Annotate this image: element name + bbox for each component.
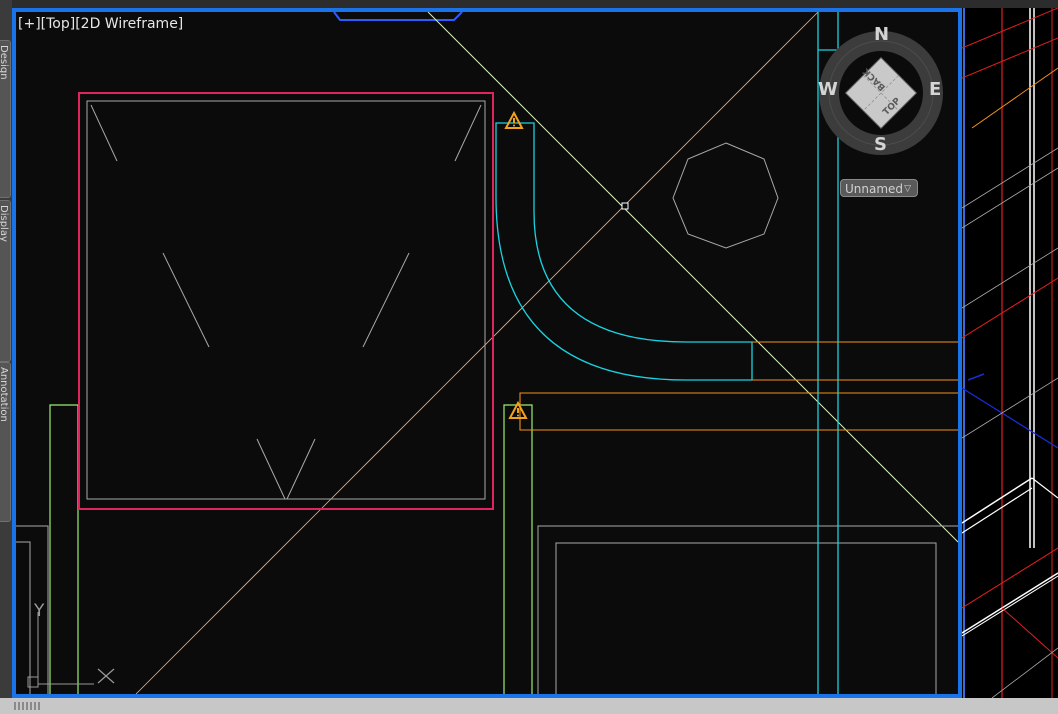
palette-tab-design[interactable]: Design <box>0 40 11 198</box>
cyan-elbow-duct[interactable] <box>495 122 753 381</box>
partial-blue-shape[interactable] <box>333 12 463 21</box>
ucs-icon[interactable] <box>27 612 115 688</box>
inner-rectangle[interactable] <box>86 100 486 500</box>
selected-rectangle[interactable] <box>78 92 494 510</box>
orange-duct[interactable] <box>752 341 958 381</box>
viewcube-top-face <box>844 56 918 130</box>
palette-tab-label: Annotation <box>0 367 9 422</box>
tool-palette-strip: Design Display Annotation <box>0 0 12 714</box>
grip-icon[interactable] <box>14 702 40 710</box>
compass-north[interactable]: N <box>874 24 889 45</box>
intersection-grip[interactable] <box>621 202 629 210</box>
top-strip <box>0 0 1058 8</box>
tick-line[interactable] <box>162 252 210 348</box>
compass-south[interactable]: S <box>874 134 887 155</box>
octagon-shape[interactable] <box>672 142 779 249</box>
warning-icon[interactable] <box>504 110 524 129</box>
ucs-y-label: Y <box>33 601 45 621</box>
palette-tab-display[interactable]: Display <box>0 200 11 362</box>
ucs-menu[interactable]: Unnamed ▽ <box>840 179 918 197</box>
status-bar-edge <box>0 698 1058 714</box>
chevron-down-icon: ▽ <box>904 184 911 194</box>
gray-outline[interactable] <box>537 525 958 694</box>
compass-west[interactable]: W <box>818 79 838 100</box>
palette-tab-label: Display <box>0 205 9 242</box>
adjacent-3d-viewport[interactable] <box>962 8 1058 698</box>
tick-line[interactable] <box>362 252 410 348</box>
viewcube[interactable]: BACK TOP N S E W <box>818 24 946 156</box>
green-wall[interactable] <box>503 404 533 694</box>
orange-duct[interactable] <box>519 392 958 431</box>
tick-line[interactable] <box>454 104 482 162</box>
tick-line[interactable] <box>256 438 286 500</box>
adjacent-viewport-canvas[interactable] <box>962 8 1058 698</box>
ucs-menu-label: Unnamed <box>845 182 904 196</box>
gray-outline[interactable] <box>16 541 31 694</box>
drawing-canvas[interactable]: Y <box>16 12 958 694</box>
palette-tab-annotation[interactable]: Annotation <box>0 362 11 522</box>
palette-tab-label: Design <box>0 45 9 80</box>
tick-line[interactable] <box>286 438 316 500</box>
drawing-viewport[interactable]: Y [+][Top][2D Wireframe] BACK TOP N S E … <box>12 8 962 698</box>
viewport-controls[interactable]: [+][Top][2D Wireframe] <box>18 16 183 32</box>
green-wall[interactable] <box>49 404 79 694</box>
gray-outline[interactable] <box>555 542 937 694</box>
compass-east[interactable]: E <box>929 79 941 100</box>
tick-line[interactable] <box>90 104 118 162</box>
